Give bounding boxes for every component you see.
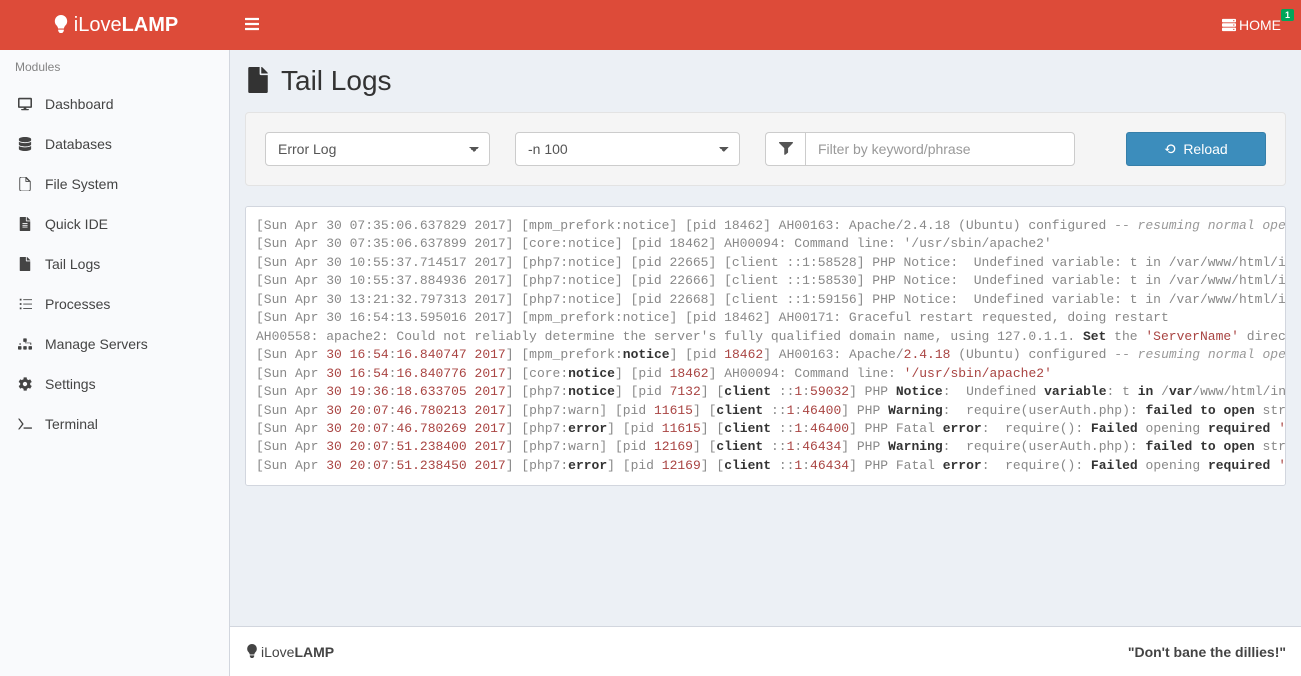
sidebar-item-label: Tail Logs bbox=[45, 256, 100, 272]
sidebar-item-terminal[interactable]: Terminal bbox=[0, 404, 229, 444]
filter-input[interactable] bbox=[805, 132, 1075, 166]
footer-brand: iLoveLAMP bbox=[245, 644, 334, 660]
sidebar-item-databases[interactable]: Databases bbox=[0, 124, 229, 164]
terminal-icon bbox=[15, 416, 35, 432]
refresh-icon bbox=[1164, 141, 1178, 157]
page-title: Tail Logs bbox=[245, 65, 1286, 97]
tasks-icon bbox=[15, 296, 35, 312]
log-output[interactable]: [Sun Apr 30 07:35:06.637829 2017] [mpm_p… bbox=[245, 206, 1286, 486]
filter-icon bbox=[765, 132, 805, 166]
sidebar-menu: Dashboard Databases File System Quick ID… bbox=[0, 84, 229, 444]
home-badge: 1 bbox=[1281, 9, 1294, 21]
log-lines: [Sun Apr 30 07:35:06.637829 2017] [mpm_p… bbox=[256, 217, 1275, 475]
lightbulb-icon bbox=[245, 644, 259, 660]
sidebar-item-filesystem[interactable]: File System bbox=[0, 164, 229, 204]
home-link[interactable]: HOME 1 bbox=[1217, 17, 1286, 33]
home-label: HOME bbox=[1239, 17, 1281, 33]
sidebar-item-label: Databases bbox=[45, 136, 112, 152]
sidebar-item-label: Manage Servers bbox=[45, 336, 148, 352]
brand-bold: LAMP bbox=[122, 14, 179, 37]
footer-quote: "Don't bane the dillies!" bbox=[1128, 644, 1286, 660]
gear-icon bbox=[15, 376, 35, 392]
sidebar-item-quickide[interactable]: Quick IDE bbox=[0, 204, 229, 244]
sitemap-icon bbox=[15, 336, 35, 352]
nav-right: HOME 1 bbox=[1217, 0, 1301, 50]
sidebar-item-taillogs[interactable]: Tail Logs bbox=[0, 244, 229, 284]
reload-button[interactable]: Reload bbox=[1126, 132, 1266, 166]
sidebar-item-manageservers[interactable]: Manage Servers bbox=[0, 324, 229, 364]
lightbulb-icon bbox=[52, 15, 70, 36]
sidebar-item-label: Terminal bbox=[45, 416, 98, 432]
database-icon bbox=[15, 136, 35, 152]
lines-select[interactable]: -n 100 bbox=[515, 132, 740, 166]
sidebar-item-dashboard[interactable]: Dashboard bbox=[0, 84, 229, 124]
reload-label: Reload bbox=[1183, 141, 1227, 157]
footer: iLoveLAMP "Don't bane the dillies!" bbox=[230, 626, 1301, 676]
sidebar-item-processes[interactable]: Processes bbox=[0, 284, 229, 324]
dashboard-icon bbox=[15, 96, 35, 112]
sidebar-item-label: Dashboard bbox=[45, 96, 114, 112]
page-title-text: Tail Logs bbox=[281, 65, 392, 97]
sidebar-item-label: File System bbox=[45, 176, 118, 192]
content: Tail Logs Error Log -n 100 Reload [Sun A… bbox=[230, 50, 1301, 626]
filter-group bbox=[765, 132, 1075, 166]
sidebar-item-label: Quick IDE bbox=[45, 216, 108, 232]
server-icon bbox=[1222, 17, 1236, 33]
logo[interactable]: iLoveLAMP bbox=[0, 0, 230, 50]
header: iLoveLAMP HOME 1 bbox=[0, 0, 1301, 50]
sidebar-item-label: Processes bbox=[45, 296, 110, 312]
sidebar-section-header: Modules bbox=[0, 50, 229, 84]
sidebar: Modules Dashboard Databases File System … bbox=[0, 50, 230, 676]
log-select[interactable]: Error Log bbox=[265, 132, 490, 166]
sidebar-item-label: Settings bbox=[45, 376, 96, 392]
brand-pre: iLove bbox=[74, 14, 122, 37]
file-icon bbox=[245, 66, 271, 97]
file-text-icon bbox=[15, 216, 35, 232]
file-icon bbox=[15, 256, 35, 272]
files-icon bbox=[15, 176, 35, 192]
bars-icon bbox=[244, 16, 260, 35]
sidebar-toggle[interactable] bbox=[230, 0, 274, 50]
controls-panel: Error Log -n 100 Reload bbox=[245, 112, 1286, 186]
sidebar-item-settings[interactable]: Settings bbox=[0, 364, 229, 404]
